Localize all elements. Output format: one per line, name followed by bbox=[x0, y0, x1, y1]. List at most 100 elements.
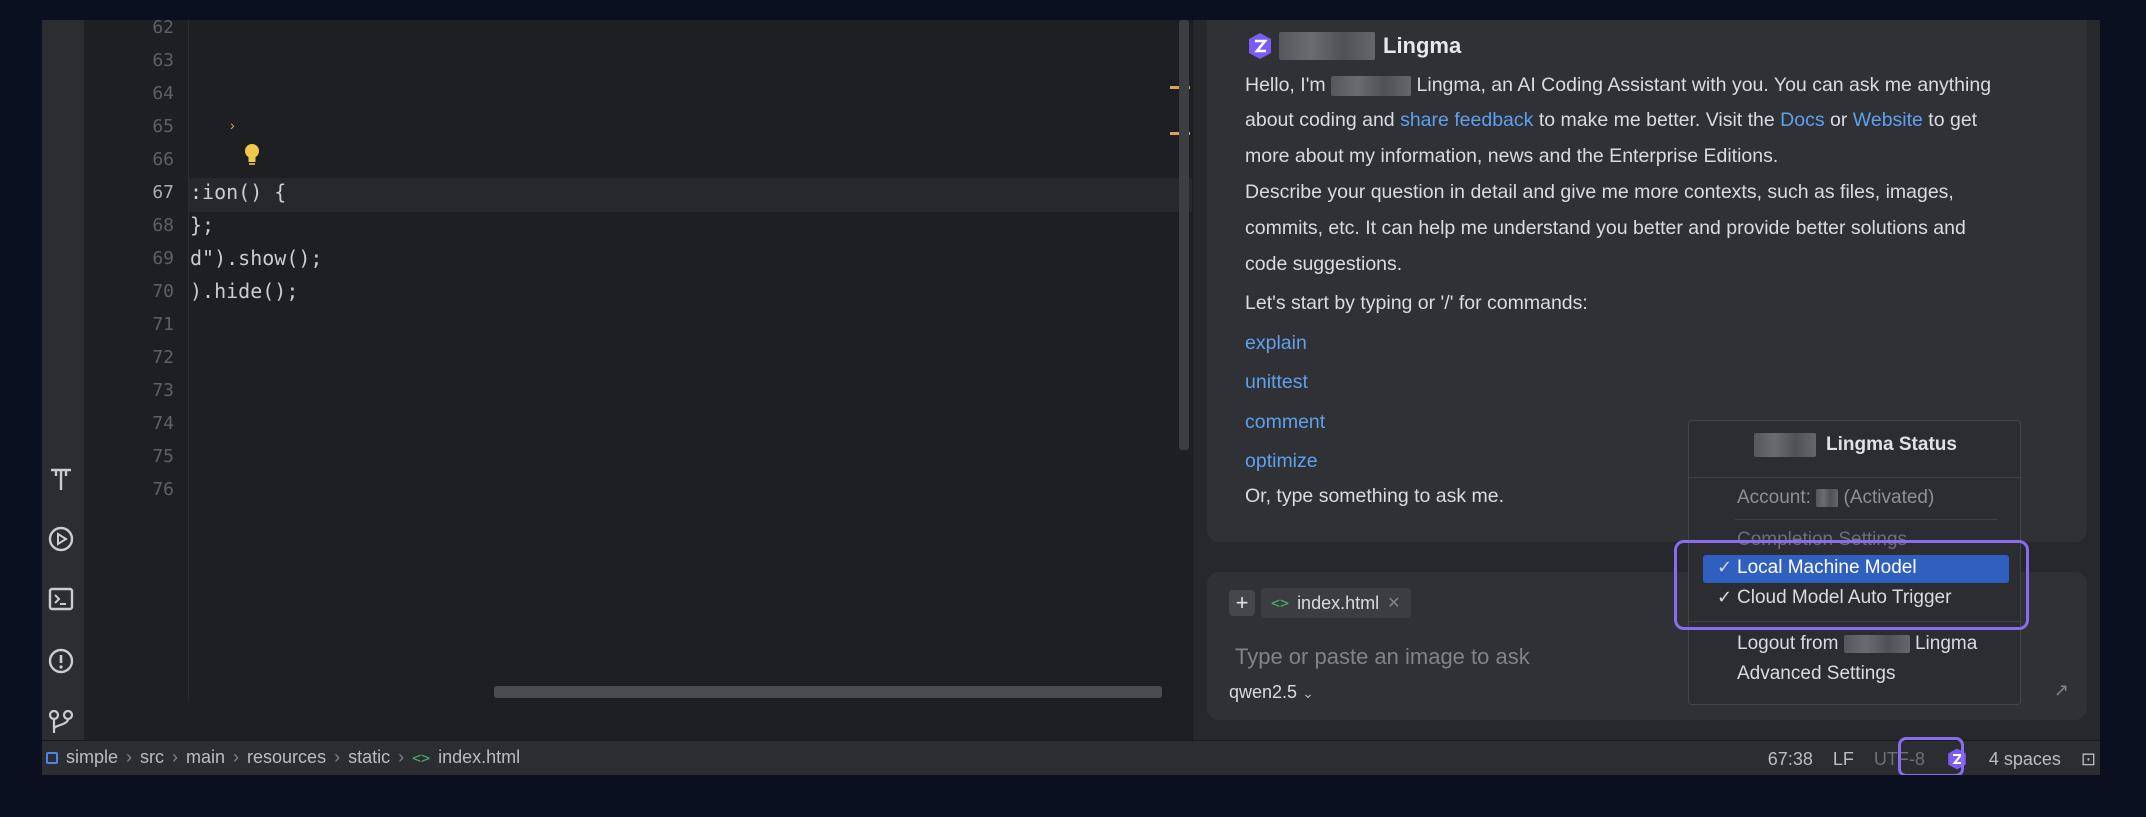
lightbulb-icon[interactable] bbox=[241, 141, 263, 171]
code-line[interactable]: ).hide(); bbox=[190, 279, 298, 303]
intro-line-2: about coding and share feedback to make … bbox=[1245, 109, 1977, 132]
git-icon[interactable] bbox=[45, 706, 77, 738]
annotation-highlight-ring bbox=[1898, 737, 1964, 775]
account-status: (Activated) bbox=[1843, 487, 1935, 508]
model-selector-label: qwen2.5 bbox=[1229, 682, 1298, 702]
breadcrumb-item[interactable]: main bbox=[186, 747, 225, 768]
breadcrumb-item[interactable]: index.html bbox=[438, 747, 520, 768]
chevron-right-icon: › bbox=[334, 747, 341, 767]
share-feedback-link[interactable]: share feedback bbox=[1400, 109, 1533, 131]
command-unittest[interactable]: unittest bbox=[1245, 371, 1308, 394]
lock-icon[interactable]: ⊡ bbox=[2081, 749, 2100, 770]
model-selector[interactable]: qwen2.5 ⌄ bbox=[1229, 682, 1314, 703]
advanced-settings-item[interactable]: Advanced Settings bbox=[1737, 663, 1895, 685]
account-label: Account: bbox=[1737, 487, 1811, 508]
code-line[interactable]: d").show(); bbox=[190, 246, 322, 270]
chat-header: Lingma bbox=[1245, 28, 1461, 64]
fold-arrow-icon[interactable]: › bbox=[230, 117, 235, 133]
line-number-active: 67 bbox=[152, 182, 174, 203]
intro-text: or bbox=[1824, 109, 1853, 131]
intro-name: Lingma, an AI Coding Assistant with you.… bbox=[1416, 74, 1992, 96]
chevron-down-icon: ⌄ bbox=[1302, 685, 1314, 701]
intro-line-5: commits, etc. It can help me understand … bbox=[1245, 217, 1966, 239]
intro-hello: Hello, I'm bbox=[1245, 74, 1326, 96]
line-number-gutter: 62 63 64 65 66 67 68 69 70 71 72 73 74 7… bbox=[84, 20, 189, 700]
intro-line-6: code suggestions. bbox=[1245, 253, 1403, 275]
lingma-logo-icon bbox=[1249, 33, 1271, 59]
redacted-text bbox=[1331, 75, 1412, 96]
code-line[interactable]: :ion() { bbox=[190, 180, 286, 204]
line-number: 63 bbox=[152, 50, 174, 71]
popup-divider bbox=[1735, 519, 1997, 520]
chevron-right-icon: › bbox=[233, 747, 240, 767]
chevron-right-icon: › bbox=[398, 747, 405, 767]
line-number: 64 bbox=[152, 83, 174, 104]
add-context-button[interactable]: + bbox=[1229, 590, 1255, 616]
context-file-chip[interactable]: <> index.html ✕ bbox=[1261, 588, 1411, 618]
close-icon[interactable]: ✕ bbox=[1387, 593, 1400, 613]
line-number: 72 bbox=[152, 347, 174, 368]
chat-input-placeholder[interactable]: Type or paste an image to ask bbox=[1235, 644, 1530, 670]
status-bar: simple › src › main › resources › static… bbox=[42, 740, 2100, 775]
intro-text: to get bbox=[1922, 109, 1978, 131]
line-number: 69 bbox=[152, 248, 174, 269]
command-comment[interactable]: comment bbox=[1245, 411, 1325, 434]
indent-setting[interactable]: 4 spaces bbox=[1989, 749, 2061, 770]
command-optimize[interactable]: optimize bbox=[1245, 450, 1318, 473]
activity-bar bbox=[42, 20, 84, 740]
chevron-right-icon: › bbox=[126, 747, 133, 767]
cursor-position[interactable]: 67:38 bbox=[1768, 749, 1813, 770]
vertical-scrollbar[interactable] bbox=[1179, 20, 1189, 450]
file-chip-label: index.html bbox=[1297, 592, 1380, 613]
html-file-icon: <> bbox=[412, 748, 431, 767]
code-editor[interactable]: 62 63 64 65 66 67 68 69 70 71 72 73 74 7… bbox=[84, 20, 1192, 740]
website-link[interactable]: Website bbox=[1853, 109, 1923, 131]
chat-footer-text: Or, type something to ask me. bbox=[1245, 485, 1505, 507]
line-number: 68 bbox=[152, 215, 174, 236]
line-number: 75 bbox=[152, 446, 174, 467]
annotation-highlight-ring bbox=[1674, 540, 2029, 630]
font-icon[interactable] bbox=[45, 463, 77, 495]
command-explain[interactable]: explain bbox=[1245, 332, 1307, 355]
logout-label: Lingma bbox=[1914, 633, 1978, 654]
intro-line-1: Hello, I'm Lingma, an AI Coding Assistan… bbox=[1245, 74, 1991, 97]
html-file-icon: <> bbox=[1271, 594, 1290, 612]
intro-line-7: Let's start by typing or '/' for command… bbox=[1245, 292, 1588, 314]
account-row: Account: (Activated) bbox=[1737, 487, 1934, 509]
ide-window: 62 63 64 65 66 67 68 69 70 71 72 73 74 7… bbox=[42, 20, 2100, 775]
breadcrumb-item[interactable]: src bbox=[140, 747, 164, 768]
line-number: 65 bbox=[152, 116, 174, 137]
chat-title: Lingma bbox=[1383, 33, 1462, 58]
intro-text: to make me better. Visit the bbox=[1533, 109, 1781, 131]
intro-line-4: Describe your question in detail and giv… bbox=[1245, 181, 1954, 203]
line-number: 70 bbox=[152, 281, 174, 302]
line-number: 71 bbox=[152, 314, 174, 335]
module-icon bbox=[46, 751, 58, 764]
intro-line-3: more about my information, news and the … bbox=[1245, 145, 1779, 167]
popup-divider bbox=[1689, 477, 2022, 478]
docs-link[interactable]: Docs bbox=[1780, 109, 1824, 131]
line-number: 66 bbox=[152, 149, 174, 170]
redacted-text bbox=[1843, 634, 1910, 653]
popup-title-row: Lingma Status bbox=[1689, 433, 2022, 457]
problems-icon[interactable] bbox=[45, 645, 77, 677]
code-line[interactable]: }; bbox=[190, 213, 214, 237]
breadcrumb-item[interactable]: static bbox=[348, 747, 390, 768]
redacted-text bbox=[1279, 32, 1375, 60]
breadcrumb-item[interactable]: resources bbox=[247, 747, 326, 768]
line-number: 76 bbox=[152, 479, 174, 500]
breadcrumb: simple › src › main › resources › static… bbox=[46, 747, 520, 768]
line-number: 62 bbox=[152, 20, 174, 38]
logout-label: Logout from bbox=[1737, 633, 1839, 654]
run-icon[interactable] bbox=[45, 523, 77, 555]
popup-title: Lingma Status bbox=[1826, 434, 1957, 455]
line-separator[interactable]: LF bbox=[1833, 749, 1854, 770]
terminal-icon[interactable] bbox=[45, 583, 77, 615]
horizontal-scrollbar[interactable] bbox=[494, 686, 1162, 698]
send-icon[interactable]: ↗ bbox=[2054, 680, 2069, 701]
logout-item[interactable]: Logout from Lingma bbox=[1737, 633, 1977, 655]
chevron-right-icon: › bbox=[172, 747, 179, 767]
intro-text: about coding and bbox=[1245, 109, 1401, 131]
line-number: 74 bbox=[152, 413, 174, 434]
breadcrumb-item[interactable]: simple bbox=[66, 747, 118, 768]
